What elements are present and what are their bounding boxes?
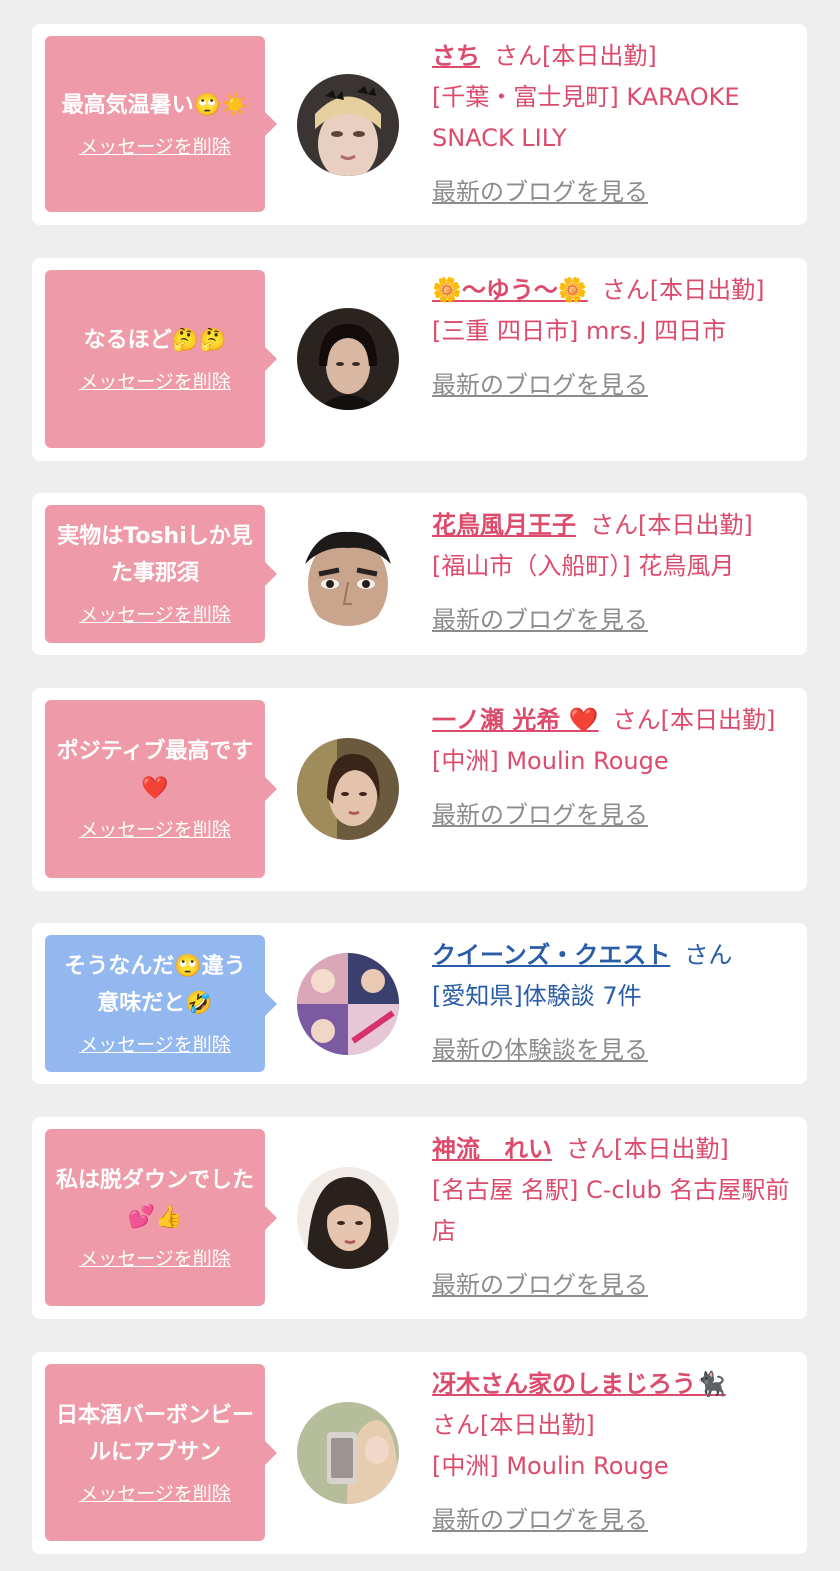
user-name-link[interactable]: さち: [432, 42, 480, 70]
user-info: クイーンズ・クエスト さん [愛知県]体験談 7件 最新の体験談を見る: [432, 935, 794, 1071]
list-item: 最高気温暑い🙄☀️ メッセージを削除 さち さん[本日出勤] [千葉・富士見町] …: [32, 24, 807, 225]
message-bubble: そうなんだ🙄違う意味だと🤣 メッセージを削除: [45, 935, 277, 1072]
list-item: なるほど🤔🤔 メッセージを削除 🌼〜ゆう〜🌼 さん[本日出勤] [三重 四日市] …: [32, 258, 807, 461]
avatar[interactable]: [297, 1167, 399, 1269]
message-bubble: ポジティブ最高です❤️ メッセージを削除: [45, 700, 277, 878]
shop-info: [中洲] Moulin Rouge: [432, 747, 669, 775]
message-text: なるほど🤔🤔: [83, 327, 227, 353]
message-text: そうなんだ🙄違う意味だと🤣: [64, 953, 246, 1016]
user-status: さん[本日出勤]: [432, 1411, 595, 1439]
blog-link[interactable]: 最新のブログを見る: [432, 365, 794, 406]
message-text: 実物はToshiしか見た事那須: [57, 524, 253, 586]
list-item: 私は脱ダウンでした💕👍 メッセージを削除 神流 れい さん[本日出勤] [名古屋 …: [32, 1117, 807, 1319]
message-text: 最高気温暑い🙄☀️: [61, 92, 249, 118]
blog-link[interactable]: 最新の体験談を見る: [432, 1030, 794, 1071]
avatar[interactable]: [297, 74, 399, 176]
avatar[interactable]: [297, 953, 399, 1055]
shop-info: [中洲] Moulin Rouge: [432, 1452, 669, 1480]
list-item: 実物はToshiしか見た事那須 メッセージを削除 花鳥風月王子 さん[本日出勤] …: [32, 493, 807, 655]
delete-message-link[interactable]: メッセージを削除: [79, 132, 231, 162]
list-item: 日本酒バーボンビールにアブサン メッセージを削除 冴木さん家のしまじろう🐈‍⬛ さ…: [32, 1352, 807, 1554]
avatar[interactable]: [297, 524, 399, 626]
user-status: さん[本日出勤]: [494, 42, 657, 70]
avatar[interactable]: [297, 738, 399, 840]
message-text: ポジティブ最高です❤️: [56, 739, 254, 801]
message-bubble: なるほど🤔🤔 メッセージを削除: [45, 270, 277, 448]
user-name-link[interactable]: 花鳥風月王子: [432, 511, 576, 539]
shop-info: [千葉・富士見町] KARAOKE SNACK LILY: [432, 83, 740, 152]
delete-message-link[interactable]: メッセージを削除: [79, 1244, 231, 1274]
user-name-link[interactable]: クイーンズ・クエスト: [432, 941, 670, 969]
user-status: さん[本日出勤]: [590, 511, 753, 539]
blog-link[interactable]: 最新のブログを見る: [432, 795, 794, 836]
avatar[interactable]: [297, 308, 399, 410]
blog-link[interactable]: 最新のブログを見る: [432, 1265, 794, 1306]
user-name-link[interactable]: 🌼〜ゆう〜🌼: [432, 276, 588, 304]
shop-info: [三重 四日市] mrs.J 四日市: [432, 317, 727, 345]
shop-info: [福山市（入船町）] 花鳥風月: [432, 552, 735, 580]
user-name-link[interactable]: 冴木さん家のしまじろう🐈‍⬛: [432, 1370, 726, 1398]
delete-message-link[interactable]: メッセージを削除: [79, 367, 231, 397]
user-status: さん[本日出勤]: [566, 1135, 729, 1163]
delete-message-link[interactable]: メッセージを削除: [79, 600, 231, 630]
user-info: 🌼〜ゆう〜🌼 さん[本日出勤] [三重 四日市] mrs.J 四日市 最新のブログ…: [432, 270, 794, 406]
message-bubble: 日本酒バーボンビールにアブサン メッセージを削除: [45, 1364, 277, 1541]
list-item: そうなんだ🙄違う意味だと🤣 メッセージを削除 クイーンズ・クエスト さん [愛知県…: [32, 923, 807, 1084]
user-name-link[interactable]: 神流 れい: [432, 1135, 552, 1163]
blog-link[interactable]: 最新のブログを見る: [432, 172, 794, 213]
user-name-link[interactable]: 一ノ瀬 光希 ❤️: [432, 706, 599, 734]
list-item: ポジティブ最高です❤️ メッセージを削除 一ノ瀬 光希 ❤️ さん[本日出勤] […: [32, 688, 807, 891]
message-bubble: 私は脱ダウンでした💕👍 メッセージを削除: [45, 1129, 277, 1306]
message-bubble: 実物はToshiしか見た事那須 メッセージを削除: [45, 505, 277, 643]
message-text: 私は脱ダウンでした💕👍: [55, 1167, 254, 1230]
shop-info: [名古屋 名駅] C-club 名古屋駅前店: [432, 1176, 790, 1245]
user-info: 冴木さん家のしまじろう🐈‍⬛ さん[本日出勤] [中洲] Moulin Rouge…: [432, 1364, 794, 1541]
user-status: さん: [684, 941, 733, 969]
message-bubble: 最高気温暑い🙄☀️ メッセージを削除: [45, 36, 277, 212]
user-info: 花鳥風月王子 さん[本日出勤] [福山市（入船町）] 花鳥風月 最新のブログを見る: [432, 505, 794, 641]
user-status: さん[本日出勤]: [612, 706, 776, 734]
delete-message-link[interactable]: メッセージを削除: [79, 1479, 231, 1509]
avatar[interactable]: [297, 1402, 399, 1504]
user-info: 神流 れい さん[本日出勤] [名古屋 名駅] C-club 名古屋駅前店 最新の…: [432, 1129, 794, 1306]
user-info: 一ノ瀬 光希 ❤️ さん[本日出勤] [中洲] Moulin Rouge 最新のブ…: [432, 700, 794, 836]
user-status: さん[本日出勤]: [601, 276, 765, 304]
message-text: 日本酒バーボンビールにアブサン: [55, 1402, 254, 1465]
user-info: さち さん[本日出勤] [千葉・富士見町] KARAOKE SNACK LILY …: [432, 36, 794, 213]
blog-link[interactable]: 最新のブログを見る: [432, 600, 794, 641]
delete-message-link[interactable]: メッセージを削除: [79, 1030, 231, 1060]
message-list: 最高気温暑い🙄☀️ メッセージを削除 さち さん[本日出勤] [千葉・富士見町] …: [0, 0, 840, 1571]
blog-link[interactable]: 最新のブログを見る: [432, 1500, 794, 1541]
delete-message-link[interactable]: メッセージを削除: [79, 815, 231, 845]
shop-info: [愛知県]体験談 7件: [432, 982, 642, 1010]
